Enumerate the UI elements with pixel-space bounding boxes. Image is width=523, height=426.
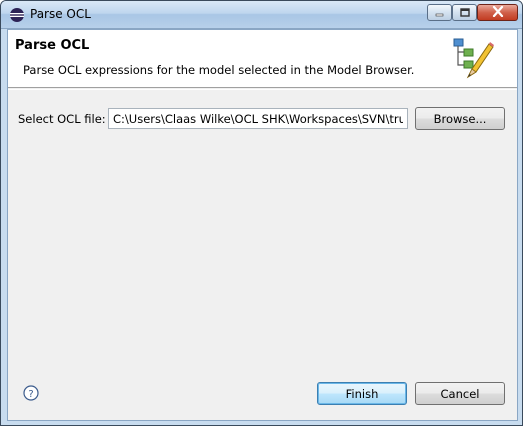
wizard-header: Parse OCL Parse OCL expressions for the … xyxy=(8,30,517,88)
ocl-wizard-pencil-icon xyxy=(446,35,494,83)
header-separator xyxy=(8,89,517,90)
maximize-button[interactable] xyxy=(452,4,477,21)
title-bar[interactable]: Parse OCL xyxy=(1,1,522,29)
browse-button[interactable]: Browse... xyxy=(415,107,505,130)
eclipse-icon xyxy=(9,7,25,23)
wizard-title: Parse OCL xyxy=(15,38,90,53)
minimize-icon xyxy=(435,6,445,20)
close-button[interactable] xyxy=(477,4,518,21)
svg-text:?: ? xyxy=(28,389,33,400)
help-icon[interactable]: ? xyxy=(23,385,39,401)
ocl-file-label: Select OCL file: xyxy=(18,112,106,126)
cancel-button[interactable]: Cancel xyxy=(415,382,505,405)
ocl-file-input[interactable] xyxy=(108,108,408,129)
wizard-description: Parse OCL expressions for the model sele… xyxy=(23,63,415,77)
minimize-button[interactable] xyxy=(427,4,452,21)
close-icon xyxy=(492,5,504,20)
finish-button[interactable]: Finish xyxy=(317,382,407,405)
dialog-client-area: Parse OCL Parse OCL expressions for the … xyxy=(7,29,518,421)
maximize-icon xyxy=(459,6,470,20)
dialog-window: Parse OCL Parse OCL Parse OCL expression… xyxy=(0,0,523,426)
window-title: Parse OCL xyxy=(30,7,91,21)
